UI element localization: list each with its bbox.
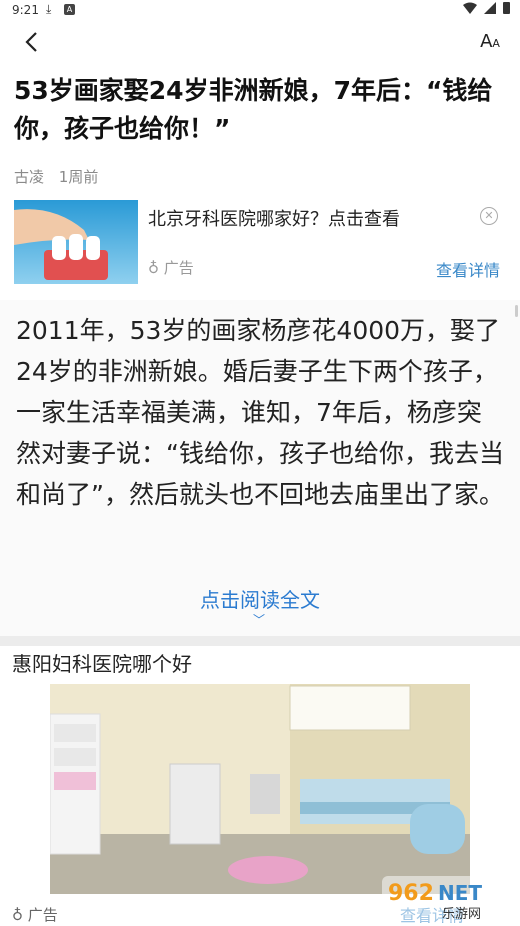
view-details-link[interactable]: 查看详情 — [436, 257, 500, 281]
svg-text:NET: NET — [438, 881, 482, 905]
read-full-article-button[interactable]: 点击阅读全文 — [0, 584, 520, 613]
watermark-logo: 962 NET 乐游网 — [382, 876, 516, 922]
ad-label: ♁ 广告 — [148, 259, 194, 277]
font-size-button[interactable]: AA — [476, 28, 504, 56]
svg-text:962: 962 — [388, 881, 434, 906]
ad-headline[interactable]: 北京牙科医院哪家好？点击查看 — [148, 205, 400, 231]
battery-icon — [503, 2, 510, 14]
back-arrow-icon[interactable] — [18, 28, 46, 56]
article-text: 2011年，53岁的画家杨彦花4000万，娶了24岁的非洲新娘。婚后妻子生下两个… — [16, 316, 504, 509]
section-divider — [0, 636, 520, 646]
author-name[interactable]: 古凌 — [14, 168, 44, 186]
font-size-icon: A — [480, 31, 493, 52]
status-bar: 9:21 ⤓ A — [0, 0, 520, 22]
ad-image-clinic-room[interactable] — [50, 684, 470, 894]
svg-text:乐游网: 乐游网 — [442, 907, 481, 922]
signal-icon — [484, 2, 496, 14]
publish-time: 1周前 — [58, 168, 99, 186]
chevron-down-icon[interactable]: ﹀ — [253, 611, 265, 628]
close-icon[interactable]: ✕ — [480, 207, 498, 225]
ad-label-bottom: ♁ 广告 — [12, 906, 58, 924]
ad-icon: ♁ — [148, 259, 159, 277]
notification-icon: A — [64, 4, 75, 15]
ad-banner-dental[interactable]: 北京牙科医院哪家好？点击查看 ✕ ♁ 广告 查看详情 — [14, 200, 506, 288]
ad-thumbnail — [14, 200, 138, 284]
ad-icon: ♁ — [12, 906, 23, 924]
download-icon: ⤓ — [46, 2, 52, 16]
article-meta: 古凌 1周前 — [14, 166, 108, 187]
wifi-icon — [463, 2, 477, 14]
article-title: 53岁画家娶24岁非洲新娘，7年后：“钱给你，孩子也给你！” — [14, 76, 493, 143]
ad-title-hospital[interactable]: 惠阳妇科医院哪个好 — [12, 648, 192, 677]
status-time: 9:21 — [12, 3, 39, 17]
top-bar: AA — [0, 22, 520, 62]
scroll-indicator[interactable] — [515, 305, 518, 317]
